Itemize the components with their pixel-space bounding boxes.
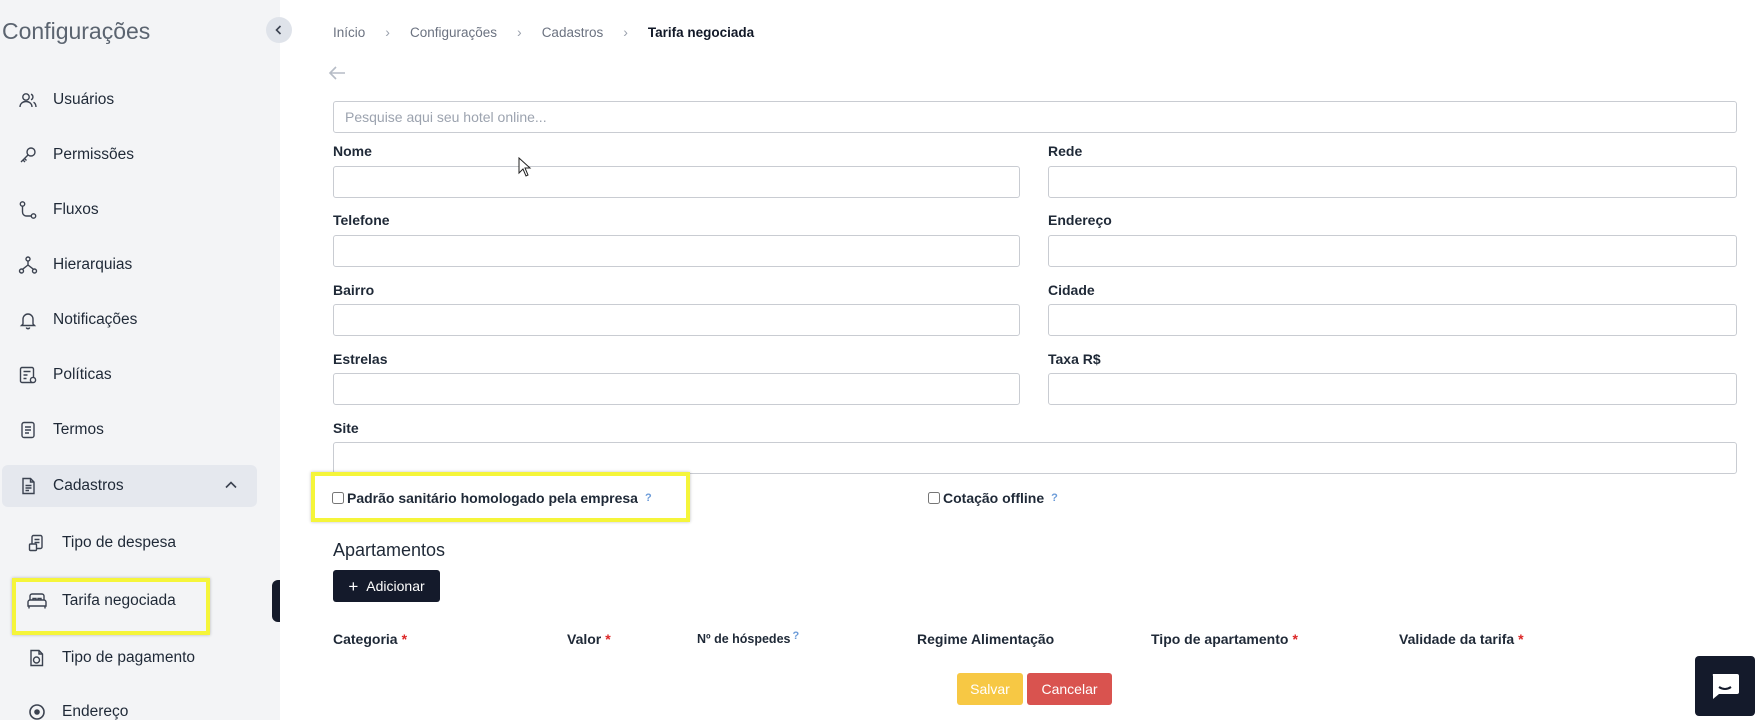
column-label: Nº de hóspedes [697,632,791,646]
plus-icon: + [348,576,359,596]
estrelas-input[interactable] [333,373,1020,405]
column-header-categoria: Categoria * [333,631,407,647]
cotacao-offline-label: Cotação offline [943,490,1045,506]
chevron-right-icon: › [517,24,522,40]
bairro-input[interactable] [333,304,1020,336]
site-label: Site [333,420,359,436]
breadcrumb-cadastros[interactable]: Cadastros [542,25,604,40]
bairro-label: Bairro [333,282,375,298]
sidebar-item-politicas[interactable]: Políticas [2,354,257,396]
column-label: Validade da tarifa [1399,631,1515,647]
add-apartment-label: Adicionar [366,578,425,594]
help-icon[interactable]: ? [792,630,799,642]
sidebar-item-notificacoes[interactable]: Notificações [2,299,257,341]
hierarchy-icon [16,253,40,277]
sidebar-item-label: Hierarquias [53,256,133,273]
apartamentos-title: Apartamentos [333,540,446,560]
endereco-label: Endereço [1048,212,1112,228]
sidebar-item-hierarquias[interactable]: Hierarquias [2,244,257,286]
sidebar-item-label: Termos [53,421,104,438]
cidade-input[interactable] [1048,304,1737,336]
chevron-right-icon: › [623,24,628,40]
breadcrumb-configuracoes[interactable]: Configurações [410,25,497,40]
required-mark: * [1292,631,1298,647]
breadcrumb-inicio[interactable]: Início [333,25,365,40]
sidebar-item-label: Fluxos [53,201,99,218]
required-mark: * [401,631,408,647]
rede-label: Rede [1048,143,1083,159]
column-header-hospedes: Nº de hóspedes? [697,630,799,646]
sidebar-item-label: Permissões [53,146,134,163]
sidebar-item-label: Políticas [53,366,112,383]
nome-label: Nome [333,143,372,159]
cancel-button[interactable]: Cancelar [1027,673,1112,705]
expense-icon [26,532,48,554]
sidebar-item-termos[interactable]: Termos [2,409,257,451]
chat-icon [1712,674,1739,699]
document-icon [16,418,40,442]
column-header-tipo-apartamento: Tipo de apartamento * [1151,631,1298,647]
required-mark: * [1518,631,1524,647]
app: Configurações Usuários Permissões Fluxos [0,0,1758,720]
highlight-box [12,578,210,635]
column-label: Categoria [333,631,398,647]
rede-input[interactable] [1048,166,1737,198]
column-header-valor: Valor * [567,631,611,647]
breadcrumb-current: Tarifa negociada [647,24,755,40]
cotacao-offline-checkbox[interactable] [928,492,940,504]
taxa-label: Taxa R$ [1048,351,1101,367]
endereco-input[interactable] [1048,235,1737,267]
sidebar-item-label: Usuários [53,91,115,108]
sidebar-title: Configurações [2,18,151,44]
sidebar-item-label: Tipo de despesa [62,534,177,551]
breadcrumb: Início › Configurações › Cadastros › Tar… [333,24,754,40]
highlight-box [311,472,690,522]
key-icon [16,143,40,167]
chevron-up-icon [223,477,239,498]
active-indicator [272,580,280,622]
sidebar-item-tipo-de-pagamento[interactable]: Tipo de pagamento [16,638,206,678]
column-label: Valor [567,631,602,647]
help-icon[interactable]: ? [1051,492,1058,504]
cotacao-offline-row: Cotação offline ? [928,490,1058,506]
sidebar-item-label: Endereço [62,703,129,720]
back-arrow-icon[interactable] [326,62,348,89]
column-header-regime: Regime Alimentação [917,631,1054,647]
column-label: Tipo de apartamento [1151,631,1289,647]
flow-icon [16,198,40,222]
sidebar-group-label: Cadastros [53,477,124,494]
cidade-label: Cidade [1048,282,1095,298]
site-input[interactable] [333,442,1737,474]
payment-icon [26,647,48,669]
register-icon [16,474,40,498]
sidebar-item-label: Tipo de pagamento [62,649,195,666]
telefone-input[interactable] [333,235,1020,267]
sidebar: Configurações Usuários Permissões Fluxos [0,0,292,720]
sidebar-item-usuarios[interactable]: Usuários [2,79,257,121]
sidebar-item-tipo-de-despesa[interactable]: Tipo de despesa [16,523,206,563]
column-header-validade: Validade da tarifa * [1399,631,1524,647]
users-icon [16,88,40,112]
required-mark: * [605,631,611,647]
taxa-input[interactable] [1048,373,1737,405]
add-apartment-button[interactable]: + Adicionar [333,570,440,602]
sidebar-item-permissoes[interactable]: Permissões [2,134,257,176]
column-label: Regime Alimentação [917,631,1055,647]
nome-input[interactable] [333,166,1020,198]
save-button[interactable]: Salvar [957,673,1023,705]
policy-icon [16,363,40,387]
sidebar-item-fluxos[interactable]: Fluxos [2,189,257,231]
location-icon [26,701,48,720]
bell-icon [16,308,40,332]
hotel-search-input[interactable] [333,101,1737,133]
sidebar-group-cadastros[interactable]: Cadastros [2,465,257,507]
chat-widget-button[interactable] [1695,656,1755,716]
sidebar-item-label: Notificações [53,311,138,328]
telefone-label: Telefone [333,212,390,228]
mouse-cursor-icon [518,156,532,182]
chevron-right-icon: › [385,24,390,40]
main-content: Início › Configurações › Cadastros › Tar… [280,0,1758,720]
estrelas-label: Estrelas [333,351,388,367]
sidebar-item-endereco[interactable]: Endereço [16,692,206,720]
